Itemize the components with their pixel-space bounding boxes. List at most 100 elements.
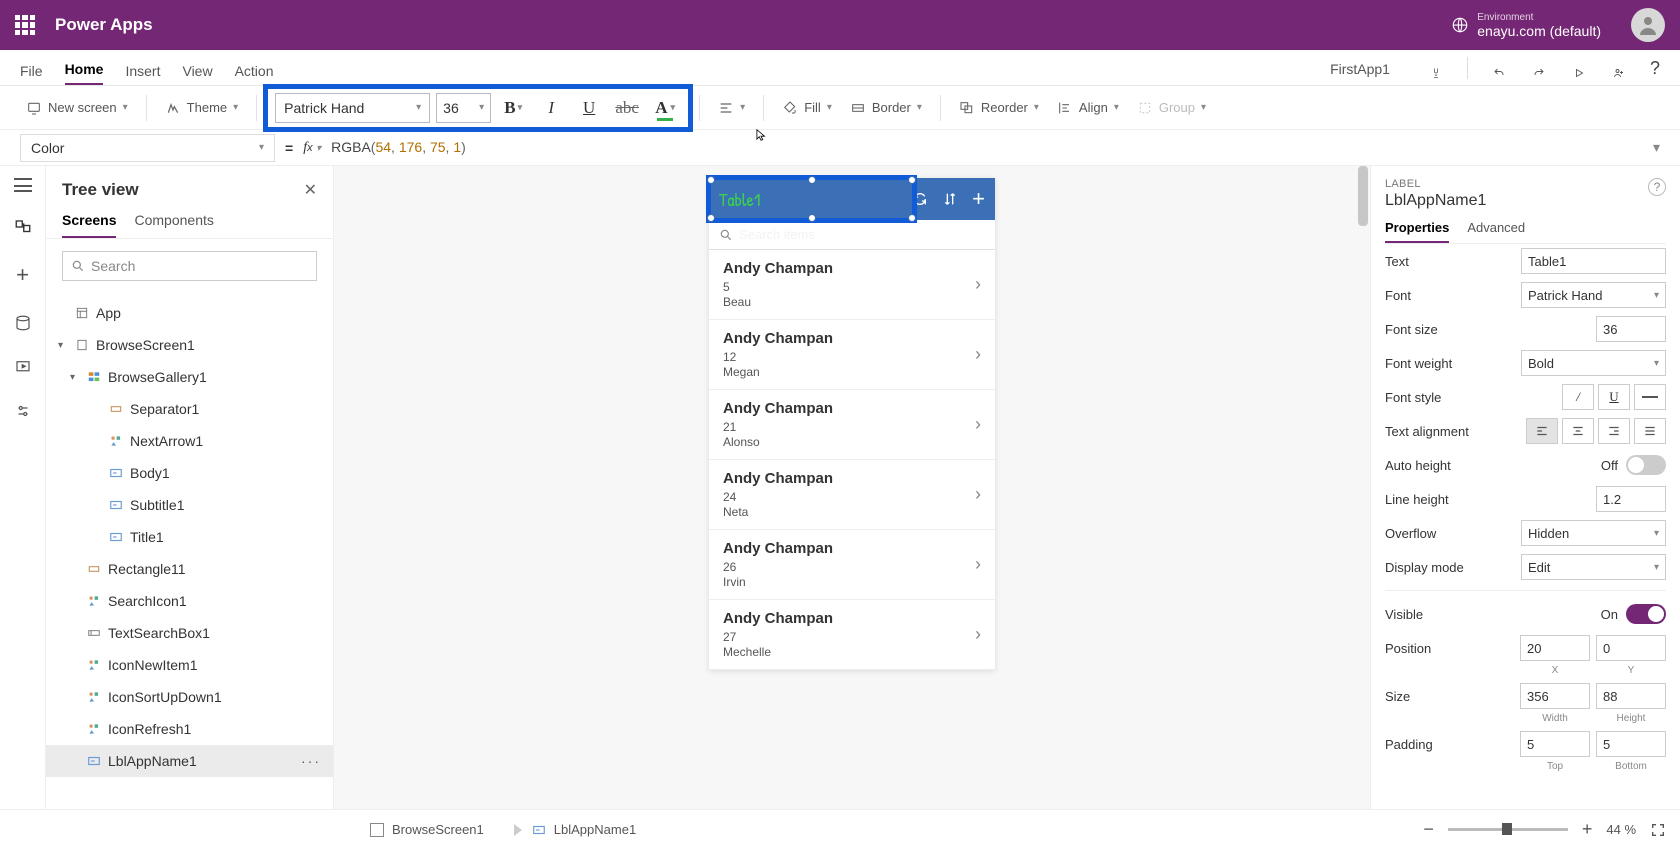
tree-node-app[interactable]: App: [46, 297, 333, 329]
prop-font-select[interactable]: Patrick Hand▾: [1521, 282, 1666, 308]
add-icon[interactable]: +: [16, 262, 29, 288]
media-icon[interactable]: [14, 358, 32, 376]
environment-picker[interactable]: Environment enayu.com (default): [1477, 12, 1601, 39]
prop-overflow-select[interactable]: Hidden▾: [1521, 520, 1666, 546]
theme-button[interactable]: Theme▾: [159, 96, 245, 120]
add-item-icon[interactable]: +: [972, 186, 985, 212]
tree-node-nextarrow[interactable]: NextArrow1: [46, 425, 333, 457]
play-icon[interactable]: [1570, 67, 1588, 85]
text-align-button[interactable]: ▾: [712, 96, 751, 120]
settings-icon[interactable]: [14, 402, 32, 420]
search-row[interactable]: Search items: [709, 220, 995, 250]
italic-toggle[interactable]: /: [1562, 384, 1594, 410]
tree-node-lblappname[interactable]: LblAppName1···: [46, 745, 333, 777]
tree-node-iconnew[interactable]: IconNewItem1: [46, 649, 333, 681]
breadcrumb-control[interactable]: LblAppName1: [506, 818, 644, 841]
redo-icon[interactable]: [1530, 67, 1548, 85]
property-select[interactable]: Color▾: [20, 134, 275, 162]
prop-lineheight-input[interactable]: 1.2: [1596, 486, 1666, 512]
more-icon[interactable]: ···: [301, 753, 321, 769]
new-screen-button[interactable]: New screen▾: [20, 96, 134, 120]
bold-button[interactable]: B▾: [497, 93, 529, 123]
sort-icon[interactable]: [942, 191, 958, 207]
fill-button[interactable]: Fill▾: [776, 96, 838, 120]
undo-icon[interactable]: [1490, 67, 1508, 85]
italic-button[interactable]: I: [535, 93, 567, 123]
tree-node-title[interactable]: Title1: [46, 521, 333, 553]
align-left[interactable]: [1526, 418, 1558, 444]
font-size-select[interactable]: 36▾: [436, 93, 491, 123]
hamburger-icon[interactable]: [14, 178, 32, 192]
tab-components[interactable]: Components: [134, 212, 213, 238]
align-right[interactable]: [1598, 418, 1630, 444]
tree-node-iconsort[interactable]: IconSortUpDown1: [46, 681, 333, 713]
prop-text-input[interactable]: Table1: [1521, 248, 1666, 274]
pad-top-input[interactable]: 5: [1520, 731, 1590, 757]
autoheight-toggle[interactable]: [1626, 455, 1666, 475]
tree-node-body[interactable]: Body1: [46, 457, 333, 489]
canvas-area[interactable]: Table1 + Search items Andy Champan5Beau›…: [334, 166, 1370, 809]
refresh-icon[interactable]: [912, 191, 928, 207]
share-icon[interactable]: [1610, 67, 1628, 85]
tab-properties[interactable]: Properties: [1385, 220, 1449, 243]
list-item[interactable]: Andy Champan21Alonso›: [709, 390, 995, 460]
app-checker-icon[interactable]: [1427, 67, 1445, 85]
formula-input[interactable]: RGBA(54, 176, 75, 1): [331, 139, 1643, 156]
tree-view-icon[interactable]: [14, 218, 32, 236]
menu-view[interactable]: View: [182, 63, 212, 85]
font-select[interactable]: Patrick Hand▾: [275, 93, 430, 123]
zoom-out-icon[interactable]: −: [1423, 819, 1434, 840]
align-justify[interactable]: [1634, 418, 1666, 444]
prop-weight-select[interactable]: Bold▾: [1521, 350, 1666, 376]
avatar[interactable]: [1631, 8, 1665, 42]
tree-node-screen[interactable]: ▾BrowseScreen1: [46, 329, 333, 361]
strike-button[interactable]: abc: [611, 93, 643, 123]
tree-search-input[interactable]: Search: [62, 251, 317, 281]
align-center[interactable]: [1562, 418, 1594, 444]
app-title-label[interactable]: Table1: [719, 187, 898, 212]
list-item[interactable]: Andy Champan26Irvin›: [709, 530, 995, 600]
tree-node-iconrefresh[interactable]: IconRefresh1: [46, 713, 333, 745]
size-w-input[interactable]: 356: [1520, 683, 1590, 709]
reorder-button[interactable]: Reorder▾: [953, 96, 1045, 120]
list-item[interactable]: Andy Champan24Neta›: [709, 460, 995, 530]
help-icon[interactable]: ?: [1650, 58, 1660, 85]
border-button[interactable]: Border▾: [844, 96, 928, 120]
menu-home[interactable]: Home: [65, 61, 104, 85]
menu-file[interactable]: File: [20, 63, 43, 85]
tab-screens[interactable]: Screens: [62, 212, 116, 238]
underline-button[interactable]: U: [573, 93, 605, 123]
expand-formula-icon[interactable]: ▾: [1653, 139, 1660, 156]
zoom-slider[interactable]: [1448, 828, 1568, 831]
help-icon[interactable]: ?: [1648, 178, 1666, 196]
align-button[interactable]: Align▾: [1051, 96, 1125, 120]
list-item[interactable]: Andy Champan12Megan›: [709, 320, 995, 390]
tree-node-subtitle[interactable]: Subtitle1: [46, 489, 333, 521]
menu-action[interactable]: Action: [235, 63, 274, 85]
tree-node-textsearchbox[interactable]: TextSearchBox1: [46, 617, 333, 649]
list-item[interactable]: Andy Champan5Beau›: [709, 250, 995, 320]
tree-node-gallery[interactable]: ▾BrowseGallery1: [46, 361, 333, 393]
pos-y-input[interactable]: 0: [1596, 635, 1666, 661]
breadcrumb-screen[interactable]: BrowseScreen1: [362, 818, 492, 841]
pad-bottom-input[interactable]: 5: [1596, 731, 1666, 757]
list-item[interactable]: Andy Champan27Mechelle›: [709, 600, 995, 670]
zoom-in-icon[interactable]: +: [1582, 819, 1593, 840]
pos-x-input[interactable]: 20: [1520, 635, 1590, 661]
visible-toggle[interactable]: [1626, 604, 1666, 624]
data-icon[interactable]: [14, 314, 32, 332]
prop-fontsize-input[interactable]: 36: [1596, 316, 1666, 342]
waffle-icon[interactable]: [15, 15, 35, 35]
tab-advanced[interactable]: Advanced: [1467, 220, 1525, 243]
underline-toggle[interactable]: U: [1598, 384, 1630, 410]
size-h-input[interactable]: 88: [1596, 683, 1666, 709]
tree-node-rectangle[interactable]: Rectangle11: [46, 553, 333, 585]
fit-icon[interactable]: [1650, 822, 1666, 838]
tree-node-searchicon[interactable]: SearchIcon1: [46, 585, 333, 617]
strike-toggle[interactable]: [1634, 384, 1666, 410]
vertical-scrollbar[interactable]: [1358, 166, 1368, 809]
menu-insert[interactable]: Insert: [125, 63, 160, 85]
close-icon[interactable]: ✕: [304, 180, 317, 200]
prop-displaymode-select[interactable]: Edit▾: [1521, 554, 1666, 580]
tree-node-separator[interactable]: Separator1: [46, 393, 333, 425]
